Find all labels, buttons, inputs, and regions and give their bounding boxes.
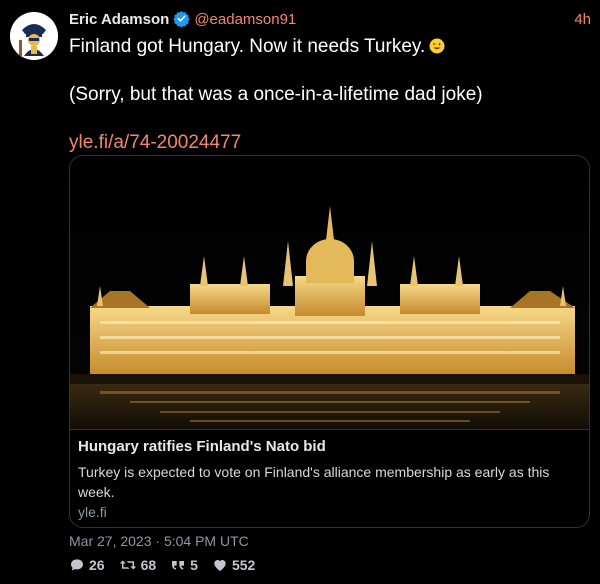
avatar[interactable] [10, 12, 58, 60]
link-preview-card[interactable]: Hungary ratifies Finland's Nato bid Turk… [69, 155, 590, 528]
tweet-text-line2: (Sorry, but that was a once-in-a-lifetim… [69, 84, 483, 105]
author-handle[interactable]: @eadamson91 [194, 11, 296, 28]
card-image-parliament [70, 156, 589, 429]
card-description: Turkey is expected to vote on Finland's … [78, 464, 550, 500]
card-title: Hungary ratifies Finland's Nato bid [78, 438, 326, 455]
retweet-icon [119, 557, 137, 573]
tweet-date[interactable]: Mar 27, 2023 · 5:04 PM UTC [69, 533, 249, 549]
like-stat[interactable]: 552 [212, 557, 255, 573]
quote-count: 5 [190, 557, 198, 573]
tweet-stats: 26 68 5 552 [69, 557, 255, 573]
tweet: Eric Adamson @eadamson91 4h Finland got H… [0, 0, 600, 584]
reply-stat[interactable]: 26 [69, 557, 105, 573]
heart-icon [212, 557, 228, 573]
quote-icon [170, 557, 186, 573]
tweet-text-line: Finland got Hungary. Now it needs Turkey… [69, 35, 589, 59]
like-count: 552 [231, 557, 256, 573]
reply-count: 26 [89, 557, 105, 573]
tweet-timestamp[interactable]: 4h [574, 10, 591, 30]
quote-stat[interactable]: 5 [170, 557, 198, 573]
author-name[interactable]: Eric Adamson [69, 11, 169, 28]
avatar-image [10, 12, 58, 60]
winking-face-emoji-icon [429, 37, 445, 54]
verified-badge-icon [173, 10, 191, 33]
card-body: Hungary ratifies Finland's Nato bid Turk… [70, 429, 589, 527]
tweet-link[interactable]: yle.fi/a/74-20024477 [69, 131, 589, 155]
retweet-stat[interactable]: 68 [119, 557, 157, 573]
card-domain: yle.fi [78, 504, 107, 520]
comment-icon [69, 557, 85, 573]
tweet-header: Eric Adamson @eadamson91 4h [69, 10, 591, 30]
tweet-text: Finland got Hungary. Now it needs Turkey… [69, 35, 589, 155]
tweet-text-line1: Finland got Hungary. Now it needs Turkey… [69, 36, 426, 57]
retweet-count: 68 [140, 557, 157, 573]
